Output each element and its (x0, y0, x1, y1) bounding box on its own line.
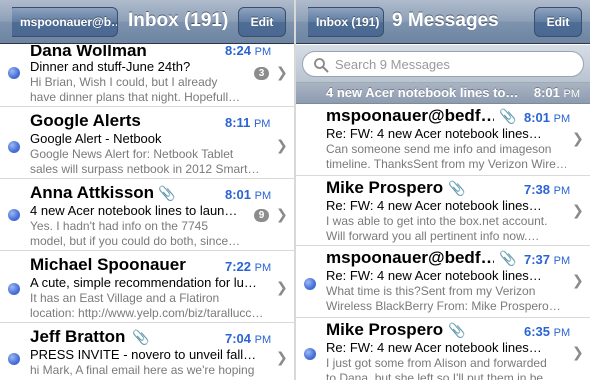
inbox-panel: mspoonauer@b… Inbox (191) Edit Dana Woll… (0, 0, 294, 380)
message-subject: Re: FW: 4 new Acer notebook lines… (326, 340, 542, 355)
message-preview: hi Mark, A final email here as we're hop… (30, 363, 255, 377)
chevron-right-icon: ❯ (276, 137, 288, 153)
chevron-right-icon: ❯ (572, 344, 584, 360)
thread-navbar: Inbox (191) 9 Messages Edit (296, 0, 590, 44)
chevron-right-icon: ❯ (276, 349, 288, 365)
message-preview: It has an East Village and a Flatiron loc… (30, 291, 264, 320)
message-time: 7:38 PM (524, 182, 571, 197)
message-time: 7:04 PM (225, 331, 272, 346)
message-row[interactable]: mspoonauer@bedf… 📎 7:37 PM Re: FW: 4 new… (296, 246, 590, 318)
message-sender: Michael Spoonauer (30, 255, 186, 274)
attachment-paperclip-icon: 📎 (499, 250, 517, 266)
message-preview: What time is this?Sent from my Verizon Wi… (326, 284, 561, 313)
inbox-navbar: mspoonauer@b… Inbox (191) Edit (0, 0, 294, 44)
attachment-paperclip-icon: 📎 (448, 322, 466, 338)
edit-button[interactable]: Edit (534, 7, 582, 37)
message-time: 8:01 PM (225, 187, 272, 202)
message-row[interactable]: Michael Spoonauer 7:22 PM A cute, simple… (0, 251, 294, 323)
thread-title: 9 Messages (392, 10, 499, 31)
message-row[interactable]: Anna Attkisson 📎 8:01 PM 4 new Acer note… (0, 179, 294, 251)
inbox-back-label: Inbox (191) (316, 15, 380, 29)
edit-button[interactable]: Edit (238, 7, 286, 37)
chevron-right-icon: ❯ (572, 272, 584, 288)
inbox-back-button[interactable]: Inbox (191) (308, 7, 384, 37)
message-sender: Jeff Bratton (30, 327, 126, 346)
search-input[interactable]: Search 9 Messages (302, 51, 584, 77)
message-subject: Re: FW: 4 new Acer notebook lines… (326, 126, 542, 141)
thread-subject-header: 4 new Acer notebook lines to… 8:01 PM (296, 83, 590, 104)
search-placeholder: Search 9 Messages (335, 57, 450, 72)
message-preview: Can someone send me info and imageson tim… (326, 142, 566, 171)
search-bar: Search 9 Messages (296, 45, 590, 83)
search-icon (314, 58, 329, 73)
unread-dot-icon (8, 209, 20, 221)
message-row[interactable]: Mike Prospero 📎 6:35 PM Re: FW: 4 new Ac… (296, 318, 590, 380)
thread-time: 8:01 PM (533, 85, 580, 100)
attachment-paperclip-icon: 📎 (499, 108, 517, 124)
message-sender: Google Alerts (30, 111, 141, 130)
attachment-paperclip-icon: 📎 (448, 180, 466, 196)
chevron-right-icon: ❯ (276, 279, 288, 295)
unread-dot-icon (8, 283, 20, 295)
thread-count-badge: 3 (254, 67, 269, 80)
message-sender: mspoonauer@bedf… (326, 106, 494, 125)
message-time: 8:24 PM (225, 45, 272, 58)
chevron-right-icon: ❯ (276, 64, 288, 80)
account-back-button[interactable]: mspoonauer@b… (12, 7, 118, 37)
message-time: 8:01 PM (524, 110, 571, 125)
message-time: 7:22 PM (225, 259, 272, 274)
message-sender: Mike Prospero (326, 320, 444, 339)
message-sender: mspoonauer@bedf… (326, 248, 494, 267)
message-preview: Hi Brian, Wish I could, but I already hav… (30, 75, 241, 104)
message-row[interactable]: Mike Prospero 📎 7:38 PM Re: FW: 4 new Ac… (296, 176, 590, 246)
message-row[interactable]: Jeff Bratton 📎 7:04 PM PRESS INVITE - no… (0, 323, 294, 380)
unread-dot-icon (8, 353, 20, 365)
unread-dot-icon (8, 67, 20, 79)
message-sender: Mike Prospero (326, 178, 444, 197)
message-preview: Google News Alert for: Netbook Tablet sal… (30, 147, 260, 176)
message-subject: PRESS INVITE - novero to unveil fall… (30, 347, 257, 362)
chevron-right-icon: ❯ (572, 130, 584, 146)
chevron-right-icon: ❯ (276, 206, 288, 222)
chevron-right-icon: ❯ (572, 202, 584, 218)
thread-subject: 4 new Acer notebook lines to… (326, 85, 519, 100)
message-row[interactable]: mspoonauer@bedf… 📎 8:01 PM Re: FW: 4 new… (296, 104, 590, 176)
message-subject: Re: FW: 4 new Acer notebook lines… (326, 198, 542, 213)
thread-count-badge: 9 (254, 209, 269, 222)
message-subject: Re: FW: 4 new Acer notebook lines… (326, 268, 542, 283)
message-preview: I just got some from Alison and forwarde… (326, 356, 547, 380)
message-subject: A cute, simple recommendation for lu… (30, 275, 257, 290)
attachment-paperclip-icon: 📎 (158, 185, 176, 201)
inbox-title: Inbox (191) (128, 10, 229, 31)
message-time: 8:11 PM (225, 115, 271, 130)
message-subject: Google Alert - Netbook (30, 131, 162, 146)
unread-dot-icon (8, 141, 20, 153)
message-subject: Dinner and stuff-June 24th? (30, 59, 191, 74)
message-time: 7:37 PM (524, 252, 571, 267)
thread-panel: Inbox (191) 9 Messages Edit Search 9 Mes… (296, 0, 590, 380)
message-time: 6:35 PM (524, 324, 571, 339)
message-row[interactable]: Google Alerts 8:11 PM Google Alert - Net… (0, 107, 294, 179)
unread-dot-icon (304, 278, 316, 290)
attachment-paperclip-icon: 📎 (132, 329, 150, 345)
account-back-label: mspoonauer@b… (20, 15, 118, 29)
message-subject: 4 new Acer notebook lines to laun… (30, 203, 238, 218)
message-preview: I was able to get into the box.net accou… (326, 214, 548, 243)
message-row[interactable]: Dana Wollman 8:24 PM Dinner and stuff-Ju… (0, 45, 294, 107)
message-preview: Yes. I hadn't had info on the 7745 model,… (30, 219, 241, 248)
message-sender: Anna Attkisson (30, 183, 155, 202)
unread-dot-icon (304, 348, 316, 360)
